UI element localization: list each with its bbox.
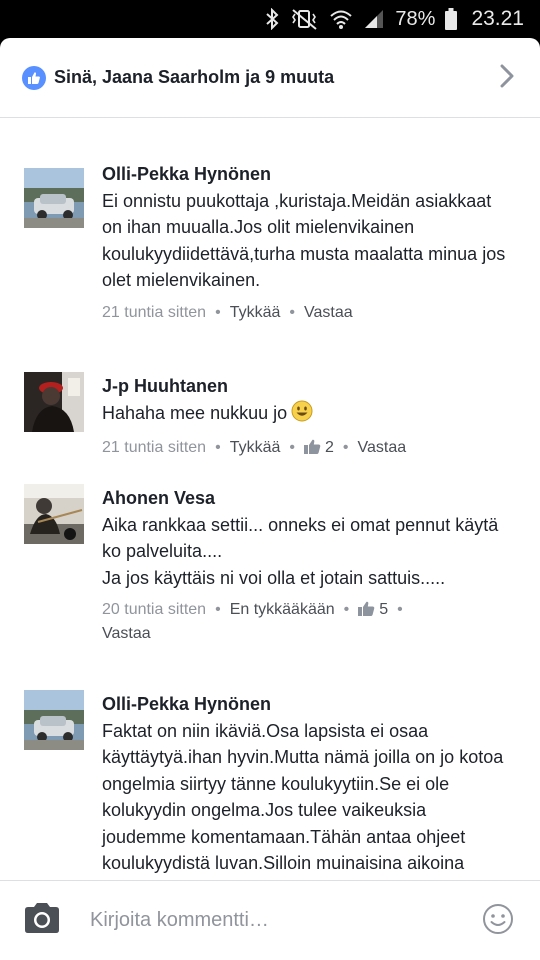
comment-body: Ahonen Vesa Aika rankkaa settii... onnek… xyxy=(102,486,512,645)
separator-dot: • xyxy=(215,439,221,457)
comment-meta: 21 tuntia sitten • Tykkää • Vastaa xyxy=(102,302,512,324)
comment-meta: 21 tuntia sitten • Tykkää • 2 • Vastaa xyxy=(102,437,512,461)
comment-author[interactable]: J-p Huuhtanen xyxy=(102,374,512,398)
camera-icon[interactable] xyxy=(22,901,62,940)
chevron-right-icon[interactable] xyxy=(500,64,514,93)
comments-sheet: Sinä, Jaana Saarholm ja 9 muuta Olli-Pek… xyxy=(0,38,540,960)
battery-icon xyxy=(445,8,458,30)
comment-author[interactable]: Ahonen Vesa xyxy=(102,486,512,510)
separator-dot: • xyxy=(289,303,295,321)
like-count[interactable]: 5 xyxy=(379,601,388,618)
bluetooth-icon xyxy=(265,8,279,30)
reply-button[interactable]: Vastaa xyxy=(358,439,407,456)
comment-time: 20 tuntia sitten xyxy=(102,601,207,619)
comment-text: Faktat on niin ikäviä.Osa lapsista ei os… xyxy=(102,721,504,880)
separator-dot: • xyxy=(342,439,349,457)
thumbs-up-icon xyxy=(303,439,321,461)
thumbs-up-icon xyxy=(358,601,375,623)
status-icons: 78% 23.21 xyxy=(265,6,524,32)
separator-dot: • xyxy=(289,439,295,457)
reply-button[interactable]: Vastaa xyxy=(304,304,353,321)
comments-list: Olli-Pekka Hynönen Ei onnistu puukottaja… xyxy=(0,118,540,880)
reply-button[interactable]: Vastaa xyxy=(102,625,151,642)
separator-dot: • xyxy=(215,601,221,619)
battery-percent: 78% xyxy=(395,7,436,30)
separator-dot: • xyxy=(343,601,350,619)
comment-author[interactable]: Olli-Pekka Hynönen xyxy=(102,692,512,716)
separator-dot: • xyxy=(215,303,221,321)
like-button[interactable]: Tykkää xyxy=(230,304,281,321)
emoji-icon[interactable] xyxy=(482,903,514,940)
comment-text-content: Hahaha mee nukkuu jo xyxy=(102,403,288,423)
avatar[interactable] xyxy=(24,690,84,750)
comment-time: 21 tuntia sitten xyxy=(102,303,207,321)
comment-body: J-p Huuhtanen Hahaha mee nukkuu jo 21 tu… xyxy=(102,374,512,461)
comment-input[interactable] xyxy=(90,905,460,935)
comment-author[interactable]: Olli-Pekka Hynönen xyxy=(102,162,512,186)
comment-composer xyxy=(0,880,540,960)
comment-body: Olli-Pekka Hynönen Ei onnistu puukottaja… xyxy=(102,162,512,324)
avatar[interactable] xyxy=(24,484,84,544)
comment-text: Hahaha mee nukkuu jo xyxy=(102,400,512,429)
comment-meta: 20 tuntia sitten • En tykkääkään • 5 • Vastaa xyxy=(102,599,512,645)
clock: 23.21 xyxy=(471,7,524,30)
signal-icon xyxy=(363,8,385,30)
comment-time: 21 tuntia sitten xyxy=(102,439,207,457)
comment-text: Aika rankkaa settii... onneks ei omat pe… xyxy=(102,515,499,588)
avatar[interactable] xyxy=(24,168,84,228)
reactions-summary[interactable]: Sinä, Jaana Saarholm ja 9 muuta xyxy=(0,38,540,118)
comment-body: Olli-Pekka Hynönen Faktat on niin ikäviä… xyxy=(102,692,512,880)
reactions-text: Sinä, Jaana Saarholm ja 9 muuta xyxy=(54,67,335,87)
wifi-icon xyxy=(329,8,353,30)
comment-text: Ei onnistu puukottaja ,kuristaja.Meidän … xyxy=(102,191,506,291)
vibrate-mute-icon xyxy=(289,8,319,30)
separator-dot: • xyxy=(397,601,403,619)
like-count[interactable]: 2 xyxy=(325,439,334,456)
smiley-emoji-icon xyxy=(291,400,313,429)
like-button[interactable]: En tykkääkään xyxy=(230,601,335,618)
like-icon xyxy=(22,65,46,90)
avatar[interactable] xyxy=(24,372,84,432)
like-button[interactable]: Tykkää xyxy=(230,439,281,456)
status-bar: 78% 23.21 xyxy=(0,0,540,38)
